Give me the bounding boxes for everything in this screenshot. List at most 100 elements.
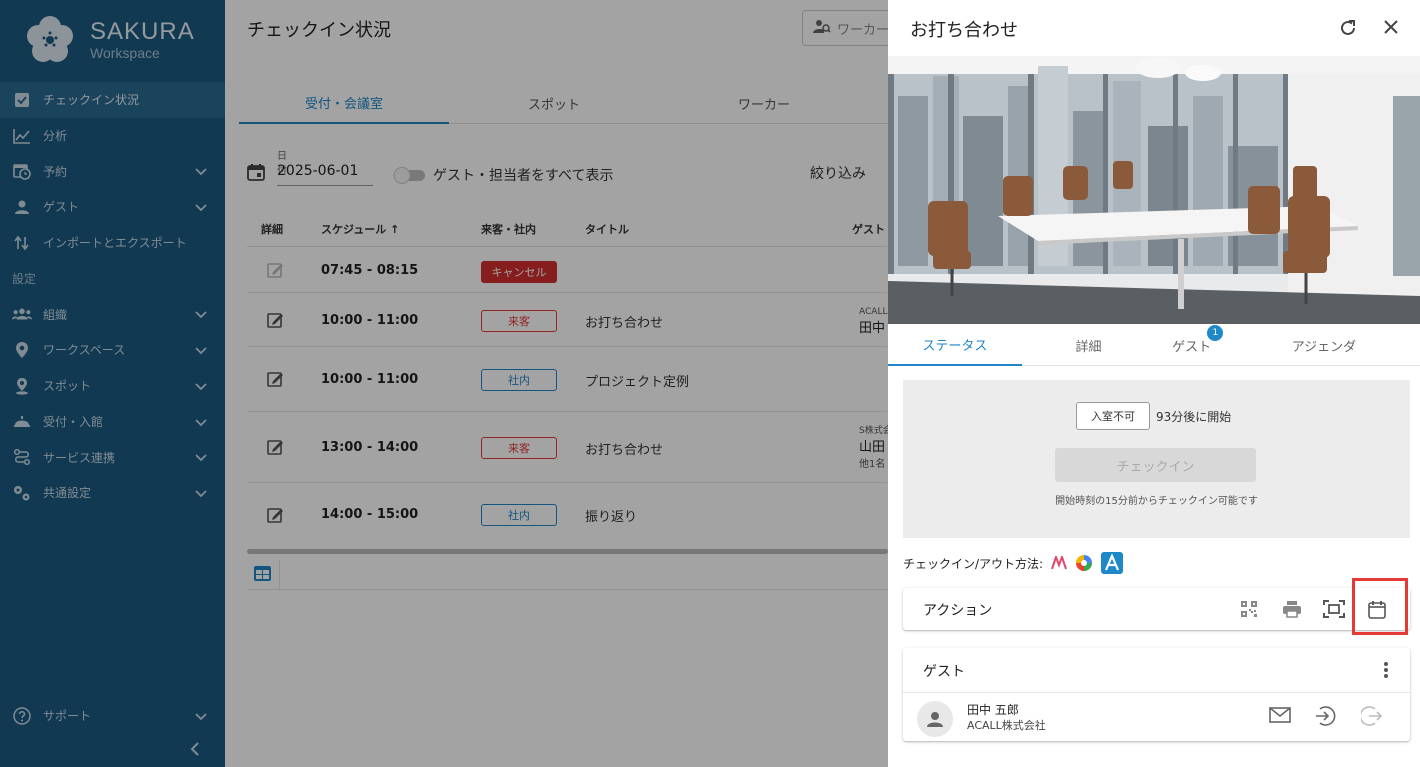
status-panel: 入室不可 93分後に開始 チェックイン 開始時刻の15分前からチェックイン可能で… bbox=[903, 380, 1410, 538]
nav-item-checkin-status[interactable]: チェックイン状況 bbox=[0, 82, 225, 118]
mail-icon[interactable] bbox=[1269, 707, 1291, 727]
row-title: お打ち合わせ bbox=[585, 443, 664, 458]
person-search-icon bbox=[813, 18, 831, 38]
tab-spot[interactable]: スポット bbox=[449, 82, 659, 124]
calendar-clock-icon bbox=[12, 162, 32, 181]
color-wheel-icon bbox=[1075, 554, 1093, 572]
starts-in-text: 93分後に開始 bbox=[1156, 410, 1232, 424]
integration-icon bbox=[12, 448, 32, 466]
col-schedule[interactable]: スケジュール ↑ bbox=[321, 221, 399, 237]
main-content: チェックイン状況 ワーカー 受付・会議室 スポット ワーカー 日付 2025-0… bbox=[225, 0, 922, 767]
status-badge: 来客 bbox=[481, 437, 557, 459]
table-row[interactable]: 07:45 - 08:15 キャンセル bbox=[247, 247, 887, 293]
nav-label: 組織 bbox=[43, 307, 68, 322]
more-vert-icon[interactable] bbox=[1383, 661, 1389, 683]
chart-line-icon bbox=[12, 127, 32, 145]
row-time: 13:00 - 14:00 bbox=[321, 440, 419, 455]
qr-code-icon[interactable] bbox=[1240, 600, 1258, 622]
nav-item-analytics[interactable]: 分析 bbox=[0, 118, 225, 154]
tab-reception-rooms[interactable]: 受付・会議室 bbox=[239, 82, 449, 124]
edit-icon[interactable] bbox=[267, 262, 284, 283]
col-visit-type: 来客・社内 bbox=[481, 223, 536, 236]
tab-worker[interactable]: ワーカー bbox=[659, 82, 869, 124]
nav-item-workspace[interactable]: ワークスペース bbox=[0, 332, 225, 368]
row-guest: S株式会 山田 他1名 bbox=[859, 423, 892, 470]
nav-item-reservations[interactable]: 予約 bbox=[0, 153, 225, 189]
scan-icon[interactable] bbox=[1323, 600, 1345, 622]
guest-name: 田中 bbox=[859, 321, 886, 336]
people-icon bbox=[12, 198, 32, 216]
row-guest: ACALL 田中 bbox=[859, 307, 887, 336]
avatar bbox=[917, 701, 953, 737]
actions-card: アクション bbox=[903, 578, 1410, 635]
gears-icon bbox=[12, 484, 32, 502]
tab-details[interactable]: 詳細 bbox=[1022, 324, 1156, 366]
guest-list-item[interactable]: 田中 五郎 ACALL株式会社 bbox=[903, 692, 1410, 742]
edit-icon[interactable] bbox=[267, 507, 284, 528]
settings-section-label: 設定 bbox=[12, 271, 37, 286]
chevron-down-icon bbox=[195, 308, 207, 322]
app-a-icon bbox=[1101, 552, 1124, 574]
guest-company: ACALL株式会社 bbox=[967, 719, 1046, 732]
tab-status[interactable]: ステータス bbox=[888, 324, 1022, 366]
row-time: 14:00 - 15:00 bbox=[321, 507, 419, 522]
chevron-down-icon bbox=[195, 201, 207, 215]
guest-name: 山田 bbox=[859, 440, 886, 455]
highlight-box bbox=[1352, 578, 1408, 635]
filter-button[interactable]: 絞り込み bbox=[810, 163, 866, 183]
table-row[interactable]: 10:00 - 11:00 社内 プロジェクト定例 bbox=[247, 347, 887, 412]
col-detail: 詳細 bbox=[261, 223, 283, 236]
show-all-toggle[interactable] bbox=[393, 166, 427, 184]
close-icon[interactable] bbox=[1382, 18, 1400, 40]
edit-icon[interactable] bbox=[267, 371, 284, 392]
brand-logo[interactable]: SAKURA Workspace bbox=[0, 0, 225, 80]
nav-label: 分析 bbox=[43, 129, 68, 144]
check-in-icon[interactable] bbox=[1314, 705, 1336, 731]
print-icon[interactable] bbox=[1282, 600, 1302, 622]
meeting-detail-drawer: お打ち合わせ ステータス 詳細 ゲスト 1 アジェンダ 入室不可 93分後に開始… bbox=[888, 0, 1420, 767]
nav-label: チェックイン状況 bbox=[43, 93, 140, 108]
table-row[interactable]: 14:00 - 15:00 社内 振り返り bbox=[247, 483, 887, 547]
checkbox-icon bbox=[12, 91, 32, 109]
main-nav: チェックイン状況 分析 予約 ゲスト インポートとエクスポート 設定 組織 ワー… bbox=[0, 82, 225, 511]
table-row[interactable]: 13:00 - 14:00 来客 お打ち合わせ S株式会 山田 他1名 bbox=[247, 412, 892, 483]
location-pin-icon bbox=[12, 341, 32, 359]
check-out-icon[interactable] bbox=[1359, 705, 1383, 731]
col-guest: ゲスト bbox=[852, 223, 885, 236]
edit-icon[interactable] bbox=[267, 439, 284, 460]
chevron-down-icon bbox=[195, 710, 207, 724]
nav-label: ワークスペース bbox=[43, 343, 126, 358]
nav-item-support[interactable]: サポート bbox=[0, 698, 225, 734]
collapse-sidebar-icon[interactable] bbox=[190, 742, 200, 760]
table-header: 詳細 スケジュール ↑ 来客・社内 タイトル ゲスト bbox=[247, 209, 887, 247]
nav-item-spot[interactable]: スポット bbox=[0, 368, 225, 404]
tab-guests[interactable]: ゲスト 1 bbox=[1155, 324, 1228, 366]
nav-item-import-export[interactable]: インポートとエクスポート bbox=[0, 225, 225, 261]
nav-item-reception[interactable]: 受付・入館 bbox=[0, 404, 225, 440]
tab-agenda[interactable]: アジェンダ bbox=[1228, 324, 1420, 366]
nav-label: スポット bbox=[43, 379, 92, 394]
status-badge: 社内 bbox=[481, 504, 557, 526]
nav-item-integrations[interactable]: サービス連携 bbox=[0, 439, 225, 475]
horizontal-scrollbar[interactable] bbox=[247, 549, 888, 554]
chevron-down-icon bbox=[195, 165, 207, 179]
refresh-icon[interactable] bbox=[1338, 18, 1358, 42]
nav-label: サービス連携 bbox=[43, 450, 116, 465]
table-row[interactable]: 10:00 - 11:00 来客 お打ち合わせ ACALL 田中 bbox=[247, 293, 887, 347]
checkin-methods: チェックイン/アウト方法: bbox=[903, 552, 1124, 574]
checkin-button[interactable]: チェックイン bbox=[1055, 448, 1256, 482]
table-view-icon[interactable] bbox=[254, 566, 271, 585]
nav-label: 受付・入館 bbox=[43, 414, 104, 429]
worker-search-placeholder: ワーカー bbox=[837, 22, 890, 38]
row-time: 10:00 - 11:00 bbox=[321, 313, 419, 328]
nav-item-organization[interactable]: 組織 bbox=[0, 296, 225, 332]
row-time: 10:00 - 11:00 bbox=[321, 372, 419, 387]
nav-label: 共通設定 bbox=[43, 486, 92, 501]
edit-icon[interactable] bbox=[267, 312, 284, 333]
help-circle-icon bbox=[12, 707, 32, 725]
checkin-note: 開始時刻の15分前からチェックイン可能です bbox=[1055, 496, 1258, 507]
nav-item-guests[interactable]: ゲスト bbox=[0, 189, 225, 225]
nav-item-common-settings[interactable]: 共通設定 bbox=[0, 475, 225, 511]
nav-label: サポート bbox=[43, 709, 92, 724]
chevron-down-icon bbox=[195, 380, 207, 394]
